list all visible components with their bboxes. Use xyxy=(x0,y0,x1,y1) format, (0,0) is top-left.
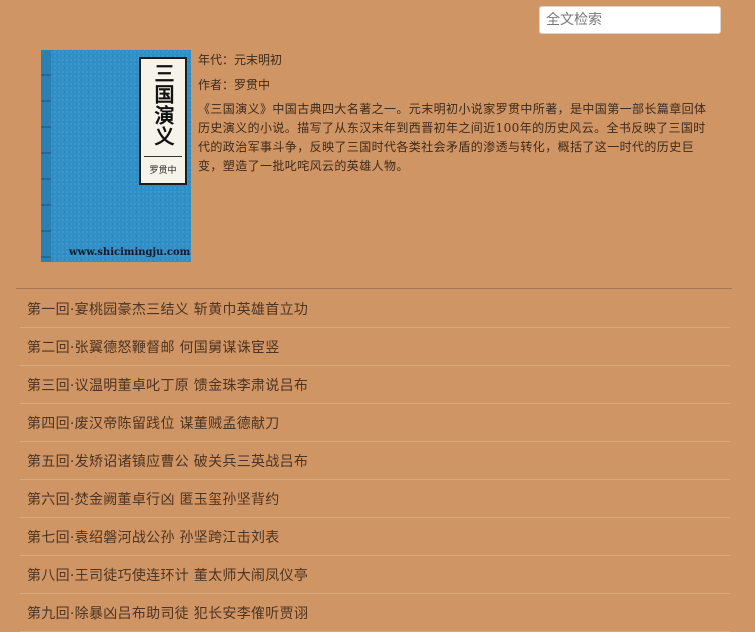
chapter-link-3[interactable]: 第三回·议温明董卓叱丁原 馈金珠李肃说吕布 xyxy=(20,375,308,395)
chapter-item: 第八回·王司徒巧使连环计 董太师大闹凤仪亭 xyxy=(20,556,730,594)
chapter-link-1[interactable]: 第一回·宴桃园豪杰三结义 斩黄巾英雄首立功 xyxy=(20,299,308,319)
cover-divider xyxy=(144,156,182,157)
chapter-item: 第七回·袁绍磐河战公孙 孙坚跨江击刘表 xyxy=(20,518,730,556)
chapter-item: 第二回·张翼德怒鞭督邮 何国舅谋诛宦竖 xyxy=(20,328,730,366)
chapter-link-9[interactable]: 第九回·除暴凶吕布助司徒 犯长安李傕听贾诩 xyxy=(20,603,308,623)
chapter-link-7[interactable]: 第七回·袁绍磐河战公孙 孙坚跨江击刘表 xyxy=(20,527,280,547)
chapter-link-4[interactable]: 第四回·废汉帝陈留践位 谋董贼孟德献刀 xyxy=(20,413,280,433)
book-era: 年代：元末明初 xyxy=(198,53,283,67)
book-cover-image[interactable]: 三国演义 罗贯中 www.shicimingju.com xyxy=(41,50,191,262)
chapter-item: 第六回·焚金阙董卓行凶 匿玉玺孙坚背约 xyxy=(20,480,730,518)
chapter-link-5[interactable]: 第五回·发矫诏诸镇应曹公 破关兵三英战吕布 xyxy=(20,451,308,471)
cover-title: 三国演义 xyxy=(151,63,175,147)
chapter-item: 第一回·宴桃园豪杰三结义 斩黄巾英雄首立功 xyxy=(20,290,730,328)
chapter-item: 第三回·议温明董卓叱丁原 馈金珠李肃说吕布 xyxy=(20,366,730,404)
book-info: 年代：元末明初 作者：罗贯中 《三国演义》中国古典四大名著之一。元末明初小说家罗… xyxy=(198,50,708,176)
chapter-item: 第四回·废汉帝陈留践位 谋董贼孟德献刀 xyxy=(20,404,730,442)
cover-author: 罗贯中 xyxy=(149,166,177,176)
chapter-link-8[interactable]: 第八回·王司徒巧使连环计 董太师大闹凤仪亭 xyxy=(20,565,308,585)
chapter-link-6[interactable]: 第六回·焚金阙董卓行凶 匿玉玺孙坚背约 xyxy=(20,489,280,509)
cover-binding xyxy=(41,50,51,262)
book-author: 作者：罗贯中 xyxy=(198,78,271,92)
chapter-link-2[interactable]: 第二回·张翼德怒鞭督邮 何国舅谋诛宦竖 xyxy=(20,337,280,357)
search-input[interactable] xyxy=(539,6,721,34)
chapter-item: 第五回·发矫诏诸镇应曹公 破关兵三英战吕布 xyxy=(20,442,730,480)
chapter-list: 第一回·宴桃园豪杰三结义 斩黄巾英雄首立功 第二回·张翼德怒鞭督邮 何国舅谋诛宦… xyxy=(20,290,730,632)
section-divider xyxy=(16,288,732,289)
cover-url: www.shicimingju.com xyxy=(69,247,191,258)
book-description: 《三国演义》中国古典四大名著之一。元末明初小说家罗贯中所著，是中国第一部长篇章回… xyxy=(198,102,707,173)
cover-title-box: 三国演义 罗贯中 xyxy=(139,57,187,185)
chapter-item: 第九回·除暴凶吕布助司徒 犯长安李傕听贾诩 xyxy=(20,594,730,632)
